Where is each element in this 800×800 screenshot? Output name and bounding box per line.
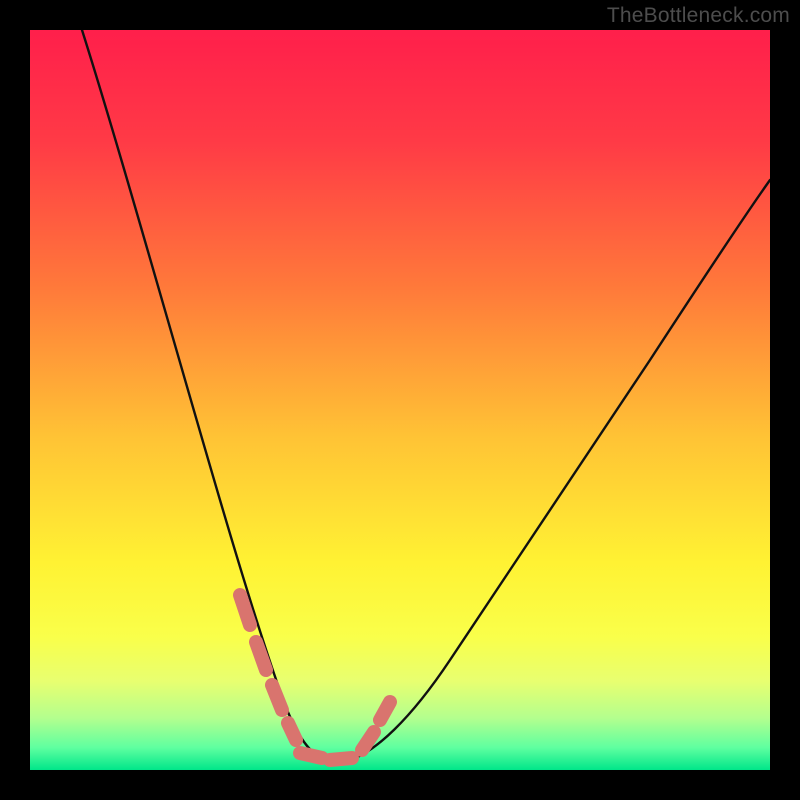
- overlay-right-2: [380, 702, 390, 720]
- overlay-left-1: [240, 595, 250, 625]
- overlay-right-1: [362, 732, 374, 750]
- overlay-left-2: [256, 642, 266, 670]
- overlay-bottom-1: [300, 753, 322, 758]
- chart-svg: [30, 30, 770, 770]
- overlay-left-4: [288, 723, 296, 740]
- watermark-text: TheBottleneck.com: [607, 4, 790, 28]
- plot-area: [30, 30, 770, 770]
- overlay-bottom-2: [330, 758, 352, 760]
- outer-frame: TheBottleneck.com: [0, 0, 800, 800]
- overlay-left-3: [272, 685, 282, 710]
- gradient-background: [30, 30, 770, 770]
